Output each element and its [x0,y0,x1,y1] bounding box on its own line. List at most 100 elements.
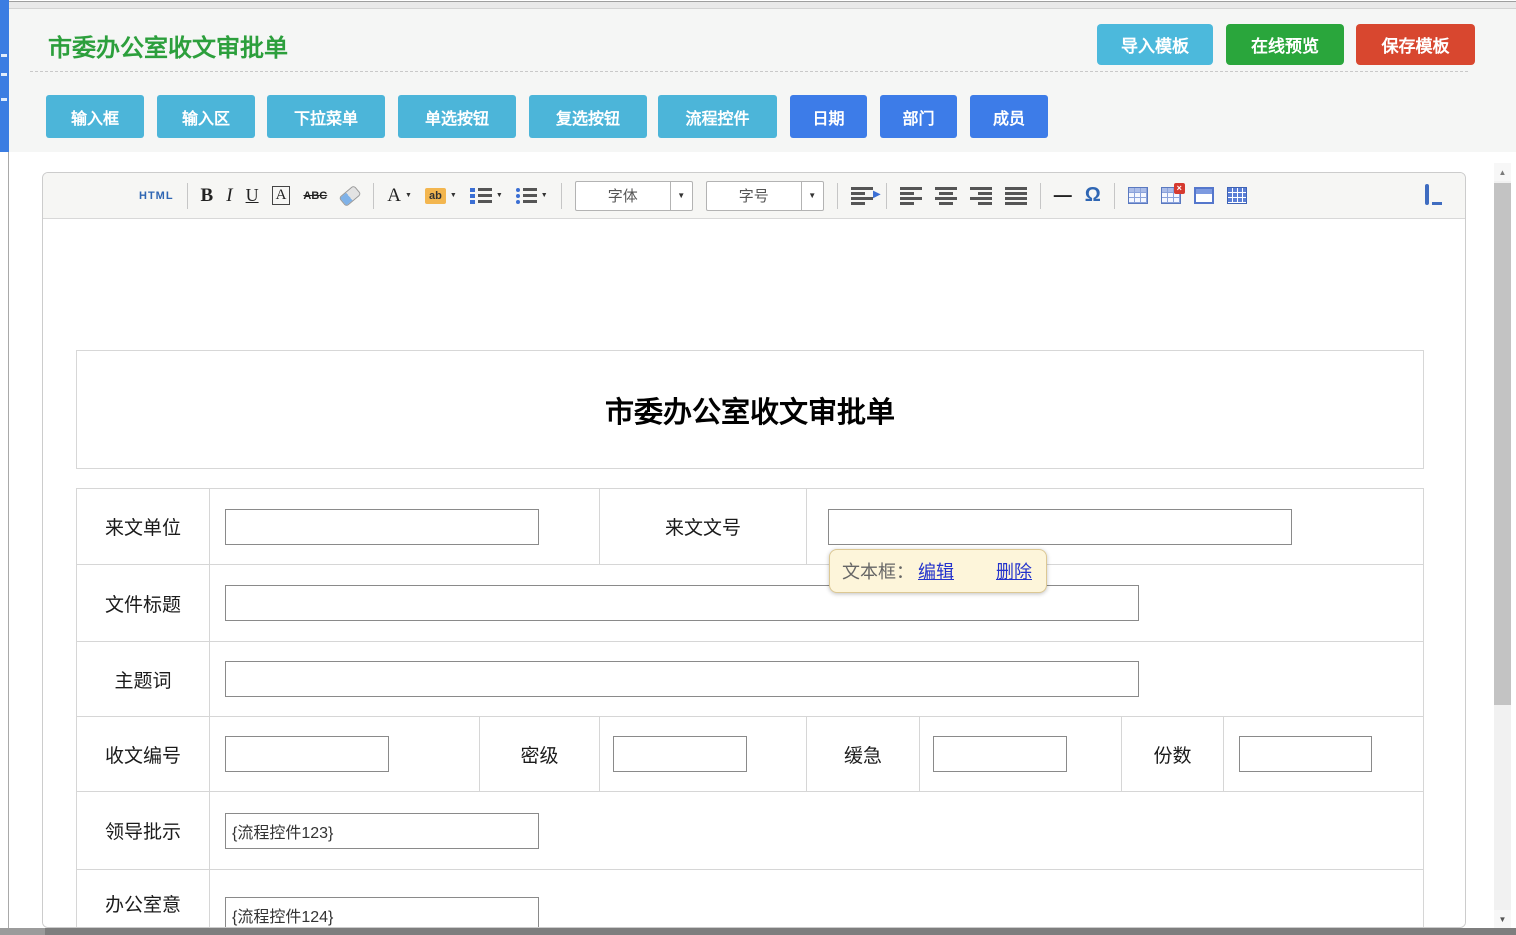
palette-checkbox-button[interactable]: 复选按钮 [529,95,647,138]
palette-member-button[interactable]: 成员 [970,95,1048,138]
ordered-list-button[interactable] [470,188,503,204]
secrecy-level-input[interactable] [613,736,747,772]
page-header: 市委办公室收文审批单 导入模板 在线预览 保存模板 输入框 输入区 下拉菜单 单… [9,9,1516,152]
palette-dropdown-button[interactable]: 下拉菜单 [267,95,385,138]
toolbar-separator [837,183,838,209]
palette-textarea-button[interactable]: 输入区 [157,95,255,138]
toolbar-separator [373,183,374,209]
toolbar-separator [187,183,188,209]
palette-date-button[interactable]: 日期 [790,95,867,138]
unordered-list-button[interactable] [516,188,548,204]
indent-button[interactable]: ▶ [851,187,873,205]
fullscreen-button[interactable] [1425,186,1449,206]
editor-canvas[interactable]: 市委办公室收文审批单 来文单位 来文文号 文件标题 [43,219,1465,927]
label-incoming-unit: 来文单位 [77,489,210,564]
cell-subject-words [210,642,1423,716]
font-color-button[interactable]: A [387,185,412,207]
palette-flow-control-button[interactable]: 流程控件 [658,95,777,138]
online-preview-button[interactable]: 在线预览 [1226,24,1344,65]
rich-text-editor: HTML B I U A ABC A ab [42,172,1466,928]
cell-copies [1224,717,1423,791]
label-office-opinion: 办公室意 [77,870,210,928]
cell-secrecy-level [600,717,807,791]
window-bottom-bar [0,928,1516,935]
tooltip-label: 文本框： [842,558,914,584]
cell-urgency [920,717,1122,791]
table-row: 办公室意 {流程控件124} [77,870,1423,928]
label-secrecy-level: 密级 [480,717,600,791]
editor-toolbar: HTML B I U A ABC A ab [43,173,1465,219]
label-subject-words: 主题词 [77,642,210,716]
font-size-select[interactable]: 字号 [706,181,824,211]
save-template-button[interactable]: 保存模板 [1356,24,1475,65]
cell-receipt-number [210,717,480,791]
vertical-scrollbar[interactable] [1494,163,1511,928]
receipt-number-input[interactable] [225,736,389,772]
align-left-button[interactable] [900,187,922,205]
label-copies: 份数 [1122,717,1224,791]
cell-properties-button[interactable] [1227,187,1247,204]
cell-office-opinion: {流程控件124} [210,870,1423,928]
scrollbar-thumb[interactable] [1494,183,1511,705]
incoming-unit-input[interactable] [225,509,539,545]
chevron-down-icon [670,182,692,210]
insert-table-button[interactable] [1128,187,1148,204]
align-justify-button[interactable] [1005,187,1027,205]
scroll-down-arrow-icon[interactable] [1494,910,1511,928]
strikethrough-button[interactable]: ABC [303,190,327,202]
scroll-up-arrow-icon[interactable] [1494,163,1511,181]
form-title-cell: 市委办公室收文审批单 [76,350,1424,469]
document-number-input[interactable] [828,509,1292,545]
align-center-button[interactable] [935,187,957,205]
urgency-input[interactable] [933,736,1067,772]
field-action-tooltip: 文本框： 编辑 删除 [829,549,1047,593]
font-family-select[interactable]: 字体 [575,181,693,211]
toolbar-separator [1114,183,1115,209]
special-char-button[interactable]: Ω [1085,184,1101,207]
table-delete-icon [1161,187,1181,204]
office-opinion-placeholder[interactable]: {流程控件124} [225,897,539,928]
align-right-button[interactable] [970,187,992,205]
underline-button[interactable]: U [246,185,259,206]
toolbar-separator [1040,183,1041,209]
cell-incoming-unit [210,489,600,564]
palette-department-button[interactable]: 部门 [880,95,957,138]
edit-field-link[interactable]: 编辑 [918,558,954,584]
delete-table-button[interactable] [1161,187,1181,204]
header-divider [30,71,1468,72]
indent-icon [851,187,873,205]
chevron-down-icon [801,182,823,210]
eraser-icon [339,184,362,206]
palette-radio-button[interactable]: 单选按钮 [398,95,516,138]
form-title: 市委办公室收文审批单 [605,389,895,431]
source-code-button[interactable]: HTML [139,190,174,202]
window-top-strip [0,2,1516,9]
delete-field-link[interactable]: 删除 [996,558,1032,584]
highlight-color-button[interactable]: ab [425,188,457,204]
table-properties-button[interactable] [1194,187,1214,204]
unordered-list-icon [516,188,537,204]
table-row: 来文单位 来文文号 [77,489,1423,565]
copies-input[interactable] [1239,736,1372,772]
cell-leader-instructions: {流程控件123} [210,792,1423,869]
text-style-button[interactable]: A [272,186,291,205]
bold-button[interactable]: B [201,185,214,207]
cell-properties-icon [1227,187,1247,204]
palette-input-box-button[interactable]: 输入框 [46,95,144,138]
app-window: 市委办公室收文审批单 导入模板 在线预览 保存模板 输入框 输入区 下拉菜单 单… [0,0,1516,935]
monitor-icon [1425,184,1429,205]
leader-instructions-placeholder[interactable]: {流程控件123} [225,813,539,849]
toolbar-separator [886,183,887,209]
italic-button[interactable]: I [226,185,232,207]
table-properties-icon [1194,187,1214,204]
clipped-side-panel [0,0,9,152]
label-document-number: 来文文号 [600,489,807,564]
label-document-title: 文件标题 [77,565,210,641]
horizontal-rule-button[interactable]: — [1054,185,1072,206]
form-table: 来文单位 来文文号 文件标题 主题词 [76,488,1424,928]
remove-format-button[interactable] [340,190,360,202]
table-row: 文件标题 [77,565,1423,642]
highlight-icon: ab [425,188,446,204]
subject-words-input[interactable] [225,661,1139,697]
import-template-button[interactable]: 导入模板 [1097,24,1213,65]
